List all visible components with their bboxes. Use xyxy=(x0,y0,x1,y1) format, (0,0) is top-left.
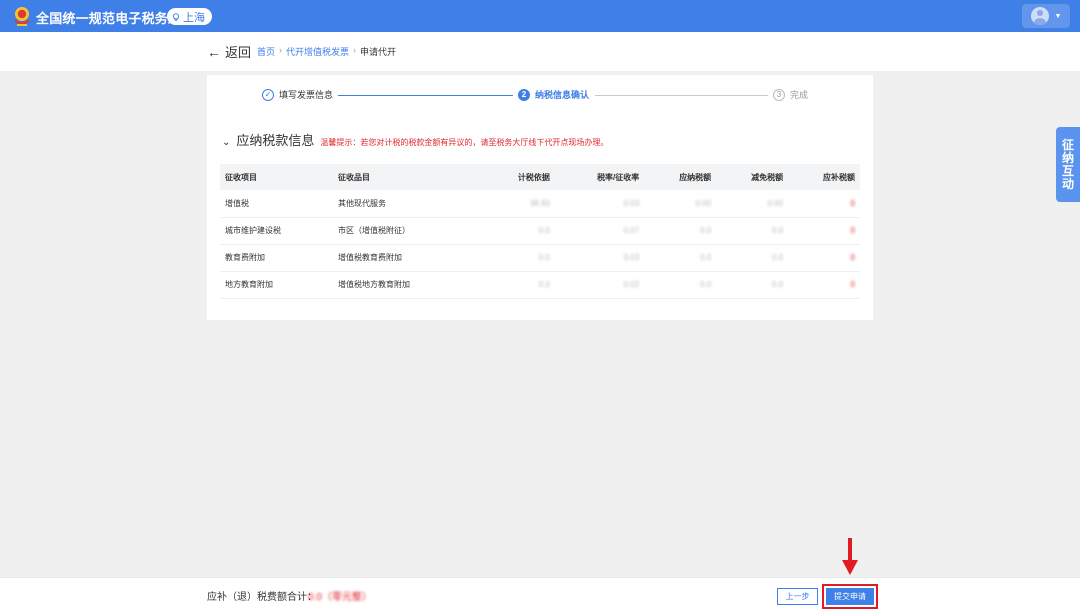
avatar xyxy=(1030,7,1049,25)
cell-basis: 0.0 xyxy=(538,280,550,289)
cell-item: 地方教育附加 xyxy=(220,271,333,299)
cell-category: 增值税地方教育附加 xyxy=(333,271,483,299)
cell-due: 0 xyxy=(850,280,855,289)
table-row: 教育费附加 增值税教育费附加 0.0 0.03 0.0 0.0 0 xyxy=(220,244,860,272)
section-title: 应纳税款信息 xyxy=(236,133,315,148)
progress-steps: ✓ 填写发票信息 2 纳税信息确认 3 完成 xyxy=(262,88,822,104)
side-tab-char: 纳 xyxy=(1061,150,1074,165)
column-header: 税率/征收率 xyxy=(554,164,645,190)
cell-category: 市区（增值税附征） xyxy=(333,217,483,245)
cell-item: 增值税 xyxy=(220,190,333,218)
total-label: 应补（退）税费额合计： xyxy=(207,592,317,603)
breadcrumb: 首页 › 代开增值税发票 › 申请代开 xyxy=(257,45,396,58)
region-label: 上海 xyxy=(183,11,205,24)
red-arrow-down-icon xyxy=(842,538,858,575)
breadcrumb-separator: › xyxy=(353,45,357,55)
step-connector-done xyxy=(338,95,513,96)
breadcrumb-section[interactable]: 代开增值税发票 xyxy=(286,45,349,58)
top-navbar: 全国统一规范电子税务局 上海 ▼ xyxy=(0,0,1080,32)
caret-down-icon: ▼ xyxy=(1054,12,1062,20)
cell-due: 0 xyxy=(850,253,855,262)
breadcrumb-current: 申请代开 xyxy=(360,47,397,57)
step-confirm-tax: 2 纳税信息确认 xyxy=(518,88,589,101)
main-card: ✓ 填写发票信息 2 纳税信息确认 3 完成 ⌄ 应纳税款信息 温馨提示：若您对… xyxy=(207,75,873,320)
location-pin-icon xyxy=(172,12,180,21)
side-tab-char: 动 xyxy=(1061,176,1074,191)
app-title: 全国统一规范电子税务局 xyxy=(36,11,182,26)
cell-item: 城市维护建设税 xyxy=(220,217,333,245)
cell-basis: 38.83 xyxy=(529,198,550,208)
step-number-icon: 2 xyxy=(518,88,530,101)
cell-reduction: 0.0 xyxy=(771,280,784,289)
column-header: 应补税额 xyxy=(788,164,860,190)
cell-rate: 0.03 xyxy=(623,253,640,262)
cell-category: 其他现代服务 xyxy=(333,190,483,218)
footer-bar: 应补（退）税费额合计： 0.0（零元整） 上一步 提交申请 xyxy=(0,577,1080,613)
breadcrumb-separator: › xyxy=(279,45,283,55)
cell-payable: 0.00 xyxy=(695,198,712,208)
cell-due: 0 xyxy=(850,226,855,235)
total-amount: 0.0（零元整） xyxy=(308,592,372,603)
back-label: 返回 xyxy=(225,45,252,60)
table-header-row: 征收项目 征收品目 计税依据 税率/征收率 应纳税额 减免税额 应补税额 xyxy=(220,164,860,190)
chevron-down-icon[interactable]: ⌄ xyxy=(222,137,230,148)
cell-basis: 0.0 xyxy=(538,226,550,235)
column-header: 应纳税额 xyxy=(644,164,717,190)
table-row: 增值税 其他现代服务 38.83 0.03 0.00 0.00 0 xyxy=(220,190,860,218)
section-header[interactable]: ⌄ 应纳税款信息 温馨提示：若您对计税的税款金额有异议的，请至税务大厅线下代开点… xyxy=(222,130,608,149)
cell-reduction: 0.0 xyxy=(771,253,784,262)
region-selector[interactable]: 上海 xyxy=(167,8,212,25)
step-number-icon: 3 xyxy=(773,88,785,101)
table-row: 地方教育附加 增值税地方教育附加 0.0 0.02 0.0 0.0 0 xyxy=(220,271,860,299)
step-label: 纳税信息确认 xyxy=(535,90,590,100)
cell-rate: 0.02 xyxy=(623,280,640,289)
check-circle-icon: ✓ xyxy=(262,88,274,101)
step-fill-invoice: ✓ 填写发票信息 xyxy=(262,88,333,101)
previous-step-button[interactable]: 上一步 xyxy=(777,588,818,605)
breadcrumb-bar: ← 返回 首页 › 代开增值税发票 › 申请代开 xyxy=(0,32,1080,71)
breadcrumb-home[interactable]: 首页 xyxy=(257,45,275,58)
cell-reduction: 0.0 xyxy=(771,226,784,235)
warm-tip-notice: 温馨提示：若您对计税的税款金额有异议的，请至税务大厅线下代开点现场办理。 xyxy=(320,138,609,147)
cell-item: 教育费附加 xyxy=(220,244,333,272)
user-menu[interactable]: ▼ xyxy=(1022,4,1070,28)
cell-payable: 0.0 xyxy=(700,280,712,289)
table-row: 城市维护建设税 市区（增值税附征） 0.0 0.07 0.0 0.0 0 xyxy=(220,217,860,245)
side-tab-char: 互 xyxy=(1061,163,1074,178)
arrow-left-icon: ← xyxy=(207,43,221,60)
column-header: 计税依据 xyxy=(483,164,555,190)
tax-emblem-icon xyxy=(15,7,29,26)
cell-due: 0 xyxy=(850,198,855,208)
cell-reduction: 0.00 xyxy=(767,198,784,208)
step-label: 填写发票信息 xyxy=(279,90,334,100)
column-header: 征收品目 xyxy=(333,164,483,190)
cell-rate: 0.03 xyxy=(623,198,640,208)
side-tab-char: 征 xyxy=(1061,137,1074,152)
cell-basis: 0.0 xyxy=(538,253,550,262)
submit-application-button[interactable]: 提交申请 xyxy=(826,588,874,605)
step-complete: 3 完成 xyxy=(773,88,808,101)
back-link[interactable]: ← 返回 xyxy=(207,42,251,61)
cell-category: 增值税教育费附加 xyxy=(333,244,483,272)
column-header: 征收项目 xyxy=(220,164,333,190)
tax-table: 征收项目 征收品目 计税依据 税率/征收率 应纳税额 减免税额 应补税额 增值税… xyxy=(220,164,860,299)
column-header: 减免税额 xyxy=(716,164,789,190)
interaction-side-tab[interactable]: 征 纳 互 动 xyxy=(1056,127,1080,202)
step-connector-pending xyxy=(595,95,768,96)
cell-rate: 0.07 xyxy=(623,226,640,235)
cell-payable: 0.0 xyxy=(700,226,712,235)
cell-payable: 0.0 xyxy=(700,253,712,262)
step-label: 完成 xyxy=(790,90,809,100)
